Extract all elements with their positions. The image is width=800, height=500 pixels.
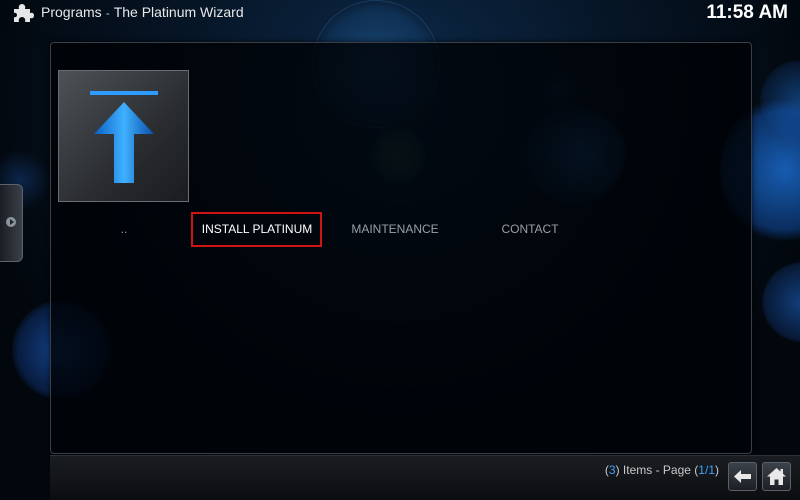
items-label: Items - Page bbox=[619, 463, 695, 477]
list-item-label: .. bbox=[120, 222, 128, 236]
page-paren: ) bbox=[715, 463, 719, 477]
puzzle-icon bbox=[12, 3, 34, 23]
breadcrumb-addon-title: The Platinum Wizard bbox=[113, 4, 244, 20]
list-item-label: MAINTENANCE bbox=[351, 222, 439, 236]
page-total: 1 bbox=[708, 463, 715, 477]
home-button[interactable] bbox=[762, 462, 791, 491]
footer-bar bbox=[50, 455, 800, 500]
back-arrow-icon bbox=[734, 470, 751, 483]
bokeh-light bbox=[762, 262, 800, 342]
list-item-contact[interactable]: CONTACT bbox=[480, 222, 580, 238]
side-menu-tab[interactable] bbox=[0, 184, 23, 262]
home-icon bbox=[767, 468, 786, 485]
list-item-parent[interactable]: .. bbox=[110, 222, 138, 238]
breadcrumb-separator: - bbox=[105, 6, 110, 20]
addon-thumbnail bbox=[58, 70, 189, 202]
breadcrumb: Programs - The Platinum Wizard bbox=[41, 4, 244, 20]
selection-highlight bbox=[191, 212, 322, 247]
items-count: 3 bbox=[608, 463, 616, 477]
back-button[interactable] bbox=[728, 462, 757, 491]
bokeh-light bbox=[760, 60, 800, 140]
list-item-maintenance[interactable]: MAINTENANCE bbox=[340, 222, 450, 238]
kodi-screen: Programs - The Platinum Wizard 11:58 AM ..… bbox=[0, 0, 800, 500]
breadcrumb-section: Programs bbox=[41, 4, 102, 20]
header-bar: Programs - The Platinum Wizard 11:58 AM bbox=[0, 0, 800, 26]
page-current: 1 bbox=[698, 463, 705, 477]
list-item-label: CONTACT bbox=[501, 222, 559, 236]
items-page-info: (3) Items - Page (1/1) bbox=[605, 463, 719, 477]
clock: 11:58 AM bbox=[706, 2, 788, 23]
upload-arrow-icon bbox=[90, 91, 158, 183]
side-menu-arrow-icon bbox=[6, 217, 16, 227]
